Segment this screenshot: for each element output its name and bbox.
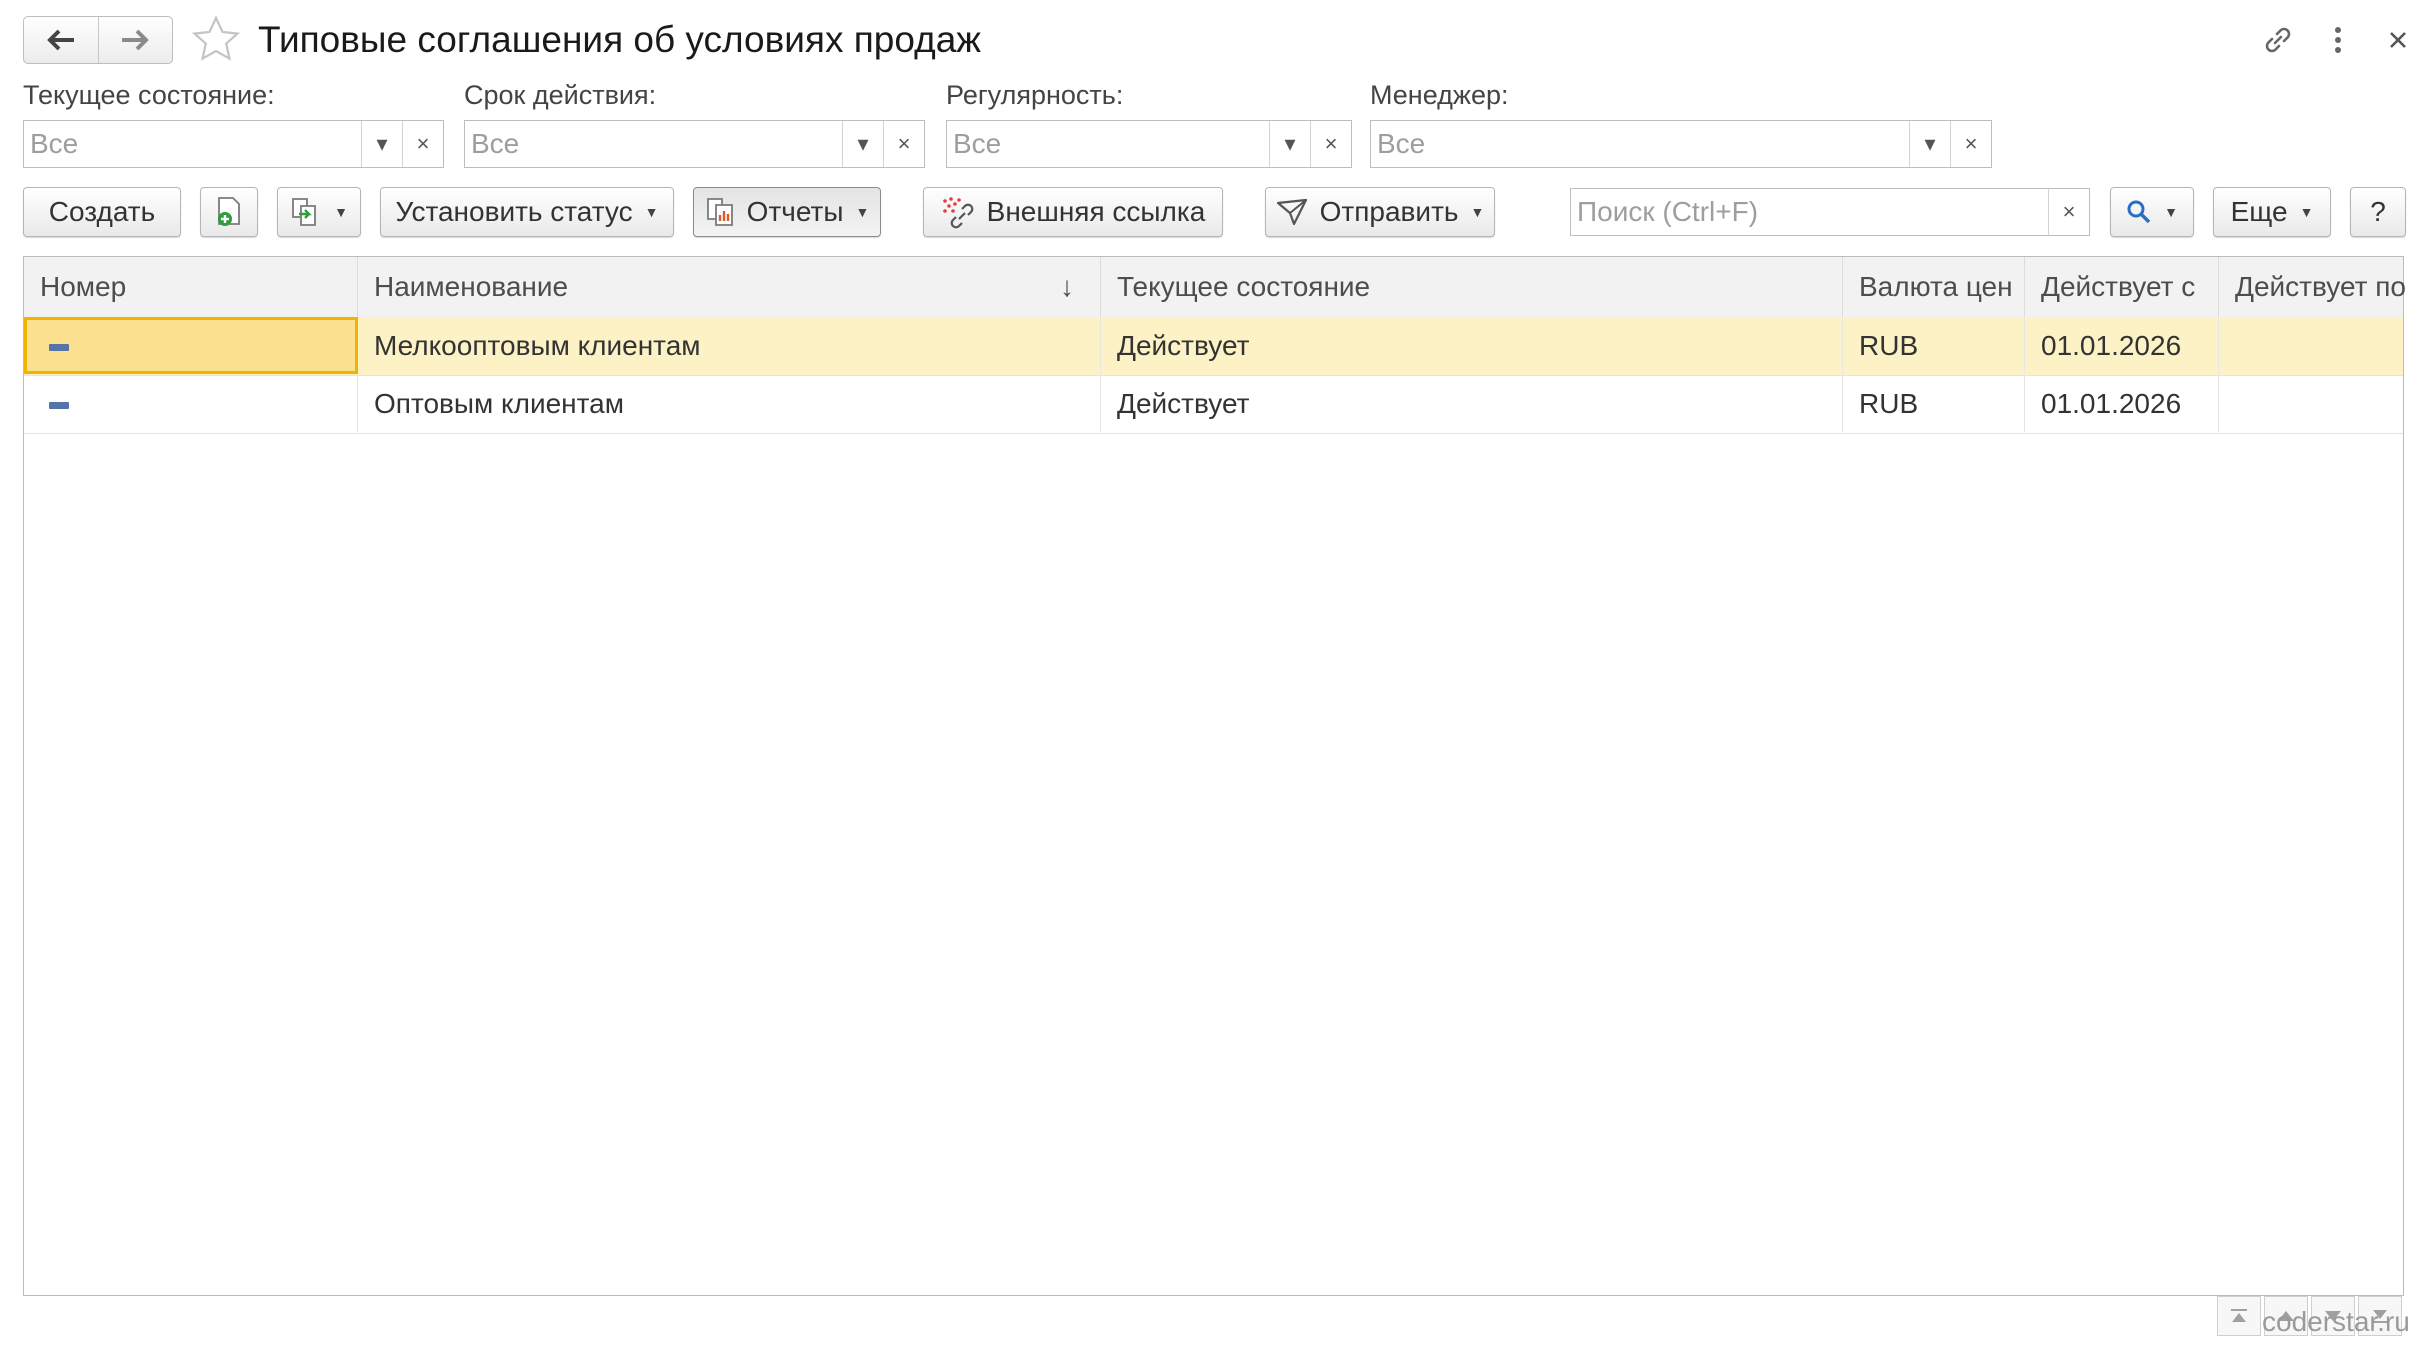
- more-button[interactable]: Еще ▼: [2213, 187, 2331, 237]
- table-row[interactable]: Мелкооптовым клиентам Действует RUB 01.0…: [24, 317, 2403, 376]
- cell-state[interactable]: Действует: [1101, 317, 1843, 374]
- watermark: coderstar.ru: [2262, 1306, 2410, 1337]
- table-row[interactable]: Оптовым клиентам Действует RUB 01.01.202…: [24, 375, 2403, 434]
- navigation-buttons: [23, 16, 173, 64]
- first-page-button[interactable]: [2217, 1296, 2261, 1336]
- cell-valid-to[interactable]: [2219, 375, 2405, 432]
- first-page-icon: [2231, 1309, 2247, 1322]
- send-icon: [1276, 198, 1307, 226]
- chevron-down-icon: ▼: [1470, 204, 1485, 220]
- cell-number[interactable]: [24, 317, 358, 374]
- table-header: Номер Наименование ↓ Текущее состояние В…: [24, 257, 2406, 318]
- filter-period-value[interactable]: Все: [465, 121, 842, 167]
- filter-label-manager: Менеджер:: [1370, 80, 1509, 110]
- set-status-button[interactable]: Установить статус ▼: [380, 187, 674, 237]
- cell-name[interactable]: Оптовым клиентам: [358, 375, 1101, 432]
- forward-button[interactable]: [97, 17, 173, 63]
- set-status-label: Установить статус: [395, 196, 633, 227]
- external-link-icon: [942, 197, 973, 229]
- close-icon[interactable]: [2378, 20, 2418, 60]
- column-header-name-label: Наименование: [374, 271, 569, 302]
- filter-manager-value[interactable]: Все: [1371, 121, 1909, 167]
- create-by-copy-button[interactable]: [200, 187, 258, 237]
- active-agreement-icon: [49, 344, 69, 352]
- filter-regularity-value[interactable]: Все: [947, 121, 1269, 167]
- column-header-number[interactable]: Номер: [24, 257, 358, 317]
- send-button[interactable]: Отправить ▼: [1265, 187, 1495, 237]
- clear-icon[interactable]: ×: [883, 121, 924, 167]
- chevron-down-icon[interactable]: ▾: [361, 121, 402, 167]
- page-title: Типовые соглашения об условиях продаж: [258, 19, 982, 60]
- filter-state-value[interactable]: Все: [24, 121, 361, 167]
- cell-number[interactable]: [24, 375, 358, 432]
- active-agreement-icon: [49, 402, 69, 410]
- arrow-right-icon: [122, 29, 150, 51]
- chevron-down-icon: ▼: [2299, 204, 2314, 220]
- clear-icon[interactable]: ×: [1310, 121, 1351, 167]
- chevron-down-icon: ▼: [2164, 204, 2178, 220]
- help-button[interactable]: ?: [2350, 187, 2406, 237]
- create-button[interactable]: Создать: [23, 187, 181, 237]
- filter-label-state: Текущее состояние:: [23, 80, 275, 110]
- back-button[interactable]: [24, 17, 98, 63]
- filter-period-field[interactable]: Все ▾ ×: [464, 120, 925, 168]
- agreements-table[interactable]: Номер Наименование ↓ Текущее состояние В…: [23, 256, 2406, 1296]
- reports-button[interactable]: Отчеты ▼: [693, 187, 881, 237]
- external-link-button[interactable]: Внешняя ссылка: [923, 187, 1223, 237]
- create-based-on-button[interactable]: ▼: [277, 187, 361, 237]
- sort-arrow-icon: ↓: [1060, 271, 1074, 302]
- send-label: Отправить: [1319, 196, 1459, 227]
- more-label: Еще: [2230, 196, 2288, 227]
- create-button-label: Создать: [48, 196, 156, 227]
- clear-icon[interactable]: ×: [402, 121, 443, 167]
- more-vertical-icon[interactable]: [2318, 20, 2358, 60]
- reports-icon: [706, 198, 733, 226]
- filter-state-field[interactable]: Все ▾ ×: [23, 120, 444, 168]
- external-link-label: Внешняя ссылка: [986, 196, 1206, 227]
- favorite-star-icon[interactable]: [190, 14, 242, 66]
- add-document-icon: [218, 197, 240, 226]
- filter-label-period: Срок действия:: [464, 80, 657, 110]
- chevron-down-icon: ▼: [644, 204, 659, 220]
- cell-name[interactable]: Мелкооптовым клиентам: [358, 317, 1101, 374]
- arrow-left-icon: [46, 29, 74, 51]
- search-icon: [2127, 200, 2151, 224]
- documents-arrow-icon: [292, 198, 316, 226]
- column-header-currency[interactable]: Валюта цен: [1843, 257, 2025, 317]
- cell-state[interactable]: Действует: [1101, 375, 1843, 432]
- chevron-down-icon[interactable]: ▾: [1269, 121, 1310, 167]
- chevron-down-icon: ▼: [334, 204, 348, 220]
- column-header-valid-from[interactable]: Действует с: [2025, 257, 2219, 317]
- search-field[interactable]: Поиск (Ctrl+F) ×: [1570, 188, 2090, 236]
- clear-icon[interactable]: ×: [1950, 121, 1991, 167]
- chevron-down-icon[interactable]: ▾: [842, 121, 883, 167]
- filter-label-regularity: Регулярность:: [946, 80, 1124, 110]
- chevron-down-icon: ▼: [855, 204, 870, 220]
- filter-manager-field[interactable]: Все ▾ ×: [1370, 120, 1992, 168]
- clear-search-icon[interactable]: ×: [2048, 189, 2089, 235]
- link-icon[interactable]: [2258, 20, 2298, 60]
- cell-currency[interactable]: RUB: [1843, 317, 2025, 374]
- help-label: ?: [2370, 196, 2386, 227]
- cell-currency[interactable]: RUB: [1843, 375, 2025, 432]
- chevron-down-icon[interactable]: ▾: [1909, 121, 1950, 167]
- column-header-state[interactable]: Текущее состояние: [1101, 257, 1843, 317]
- column-header-name[interactable]: Наименование ↓: [358, 257, 1101, 317]
- cell-valid-to[interactable]: [2219, 317, 2405, 374]
- reports-label: Отчеты: [746, 196, 844, 227]
- search-options-button[interactable]: ▼: [2110, 187, 2194, 237]
- filter-regularity-field[interactable]: Все ▾ ×: [946, 120, 1352, 168]
- search-input[interactable]: Поиск (Ctrl+F): [1571, 189, 2048, 235]
- column-header-valid-to[interactable]: Действует по: [2219, 257, 2406, 317]
- cell-valid-from[interactable]: 01.01.2026: [2025, 317, 2219, 374]
- cell-valid-from[interactable]: 01.01.2026: [2025, 375, 2219, 432]
